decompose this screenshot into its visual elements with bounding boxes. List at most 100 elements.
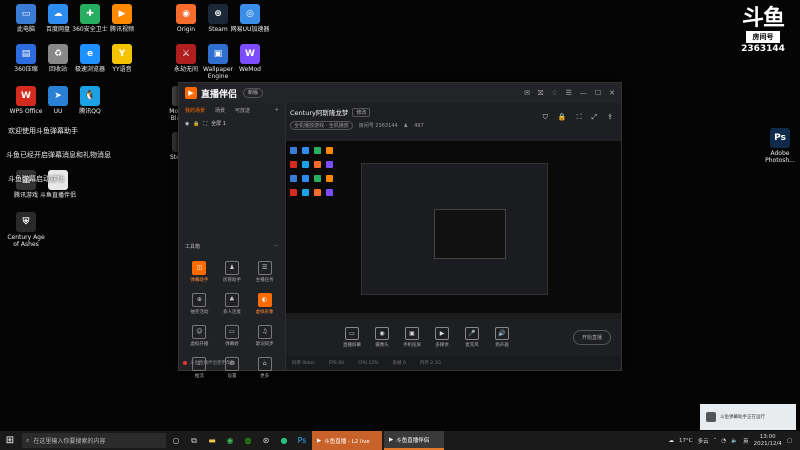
source-tool[interactable]: 🔊 扬声器 [488, 326, 516, 348]
desktop-icon[interactable]: 🐧 腾讯QQ [68, 86, 112, 115]
desktop-icon[interactable]: Ps Adobe Photosh... [758, 128, 800, 164]
start-live-button[interactable]: 开始直播 [572, 329, 611, 345]
eye-icon[interactable]: ◉ [185, 121, 189, 127]
taskbar-app-assistant[interactable]: ▶ 斗鱼直播伴侣 [384, 431, 444, 450]
maximize-icon[interactable]: ☐ [595, 89, 601, 97]
desktop-app-icon: ⚔ [176, 44, 196, 64]
weather-icon[interactable]: ☁ [669, 438, 675, 444]
tool-label: 房管助手 [222, 278, 241, 283]
tab-scenes[interactable]: 场景 [215, 107, 225, 114]
header-tool-icon[interactable]: ⤢ [592, 113, 598, 122]
system-notification[interactable]: 斗鱼弹幕助手正在运行 [700, 404, 796, 430]
desktop-app-icon: Ps [770, 128, 790, 148]
source-tool[interactable]: ▶ 多媒体 [428, 326, 456, 348]
windows-start-icon[interactable]: ⊞ [0, 435, 20, 446]
tray-expand-icon[interactable]: ˄ [714, 438, 717, 444]
preview-desktop-icon [302, 175, 309, 182]
steam-icon[interactable]: ⊛ [258, 436, 274, 445]
scene-item[interactable]: ◉ 🔒 ⛶ 全屏 1 [185, 120, 279, 128]
network-icon[interactable]: ◔ [721, 438, 726, 444]
tab-my-scenes[interactable]: 我的场景 [185, 107, 205, 114]
desktop-icon[interactable]: W WeMod [228, 44, 272, 73]
ime-indicator[interactable]: 英 [743, 437, 749, 445]
room-number: 2363144 [741, 44, 785, 54]
desktop-icon[interactable]: ◎ 网易UU加速器 [228, 4, 272, 33]
source-tool[interactable]: ▣ 手机投屏 [398, 326, 426, 348]
stream-preview[interactable] [286, 141, 621, 319]
clock[interactable]: 13:00 2021/12/4 [754, 434, 782, 448]
task-view-icon[interactable]: ⧉ [186, 436, 202, 446]
header-tool-icon[interactable]: ⇪ [607, 113, 613, 122]
tool-icon: ⊕ [192, 293, 207, 307]
wechat-icon[interactable]: ◍ [240, 436, 256, 445]
tool-label: 弹幕助手 [190, 278, 209, 283]
category-pill[interactable]: 全机播放游戏 · 全机播放 [290, 121, 353, 130]
help-link[interactable]: 斗鱼直播伴侣使用帮助 [183, 360, 235, 366]
toolbox-item[interactable]: ◫ 弹幕助手 [183, 261, 216, 283]
desktop-icon-label: 网易UU加速器 [230, 26, 270, 33]
source-tool-icon: 🔊 [495, 326, 509, 340]
desktop-app-icon: 🐧 [80, 86, 100, 106]
desktop-icon-label: Adobe Photosh... [765, 150, 795, 164]
tab-broadcastable[interactable]: 可放送 [235, 107, 250, 114]
tool-icon: ◫ [192, 261, 207, 275]
message-icon[interactable]: ✉ [524, 89, 530, 97]
taskbar-search[interactable]: ⌕ 在这里输入你要搜索的内容 [22, 433, 166, 448]
toolbox-item[interactable]: ⌂ 更多 [248, 357, 281, 379]
desktop-app-icon: ◎ [240, 4, 260, 24]
source-tool-icon: ◉ [375, 326, 389, 340]
tool-label: 虚拟形象 [255, 310, 274, 315]
preview-desktop-icon [290, 189, 297, 196]
photoshop-taskbar-icon[interactable]: Ps [294, 436, 310, 445]
preview-desktop-icon [302, 161, 309, 168]
toolbox-item[interactable]: ▭ 弹幕姬 [216, 325, 249, 347]
notification-center-icon[interactable]: ▢ [787, 438, 792, 444]
desktop-app-icon: e [80, 44, 100, 64]
browser-icon[interactable]: ◉ [222, 436, 238, 445]
source-tool-label: 手机投屏 [403, 342, 421, 348]
header-tool-icon[interactable]: ⛶ [577, 113, 582, 122]
toolbox-item[interactable]: ♟ 房管助手 [216, 261, 249, 283]
edit-title-button[interactable]: 修改 [352, 107, 371, 117]
source-tool[interactable]: ◉ 摄像头 [368, 326, 396, 348]
overlay-success-text: 斗鱼弹幕启动成功 [8, 175, 64, 183]
desktop-app-icon: ☁ [48, 4, 68, 24]
tool-icon: ♟ [224, 261, 239, 275]
taskbar-app-douyu-live[interactable]: ▶ 斗鱼直播 - L2 live [312, 431, 382, 450]
desktop-icon[interactable]: ▶ 腾讯视频 [100, 4, 144, 33]
tool-icon: ⌂ [257, 357, 272, 371]
title-bar[interactable]: ▶ 直播伴侣 新版 ✉ ⛝ ♢ ☰ — ☐ ✕ [179, 83, 621, 103]
toolbox-item[interactable]: ♣ 多人连麦 [216, 293, 249, 315]
toolbox-item[interactable]: ♫ 歌词同步 [248, 325, 281, 347]
close-icon[interactable]: ✕ [609, 89, 615, 97]
header-tool-icon[interactable]: ⛉ [543, 113, 548, 122]
cortana-icon[interactable]: ○ [168, 436, 184, 445]
lock-icon[interactable]: 🔒 [193, 121, 199, 127]
toolbox-item[interactable]: ⊕ 抽奖活动 [183, 293, 216, 315]
temperature[interactable]: 17°C [679, 438, 693, 444]
app-name: 直播伴侣 [201, 89, 238, 100]
toolbox-item[interactable]: ◐ 虚拟形象 [248, 293, 281, 315]
toolbox-item[interactable]: ☺ 虚拟开播 [183, 325, 216, 347]
desktop-app-icon: ♻ [48, 44, 68, 64]
source-tool[interactable]: ▭ 直播屏幕 [338, 326, 366, 348]
header-tools: ⛉ 🔒 ⛶ ⤢ ⇪ [543, 113, 613, 122]
add-scene-icon[interactable]: + [275, 107, 279, 114]
menu-icon[interactable]: ☰ [566, 89, 572, 97]
source-tool[interactable]: 🎤 麦克风 [458, 326, 486, 348]
toolbox-more-icon[interactable]: ⋯ [274, 243, 279, 250]
minimize-icon[interactable]: — [580, 89, 587, 97]
header-tool-icon[interactable]: 🔒 [558, 113, 567, 122]
source-tool-icon: ▭ [345, 326, 359, 340]
file-explorer-icon[interactable]: ▬ [204, 436, 220, 445]
skin-icon[interactable]: ♢ [551, 89, 557, 97]
media-player-icon[interactable]: ● [276, 436, 292, 445]
volume-icon[interactable]: 🔈 [731, 438, 738, 444]
toolbox-item[interactable]: ☰ 主播任务 [248, 261, 281, 283]
version-badge[interactable]: 新版 [243, 88, 264, 98]
room-badge: 斗鱼 房间号 2363144 [738, 8, 788, 55]
desktop-icon[interactable]: Y YY语音 [100, 44, 144, 73]
gift-icon[interactable]: ⛝ [538, 89, 543, 98]
desktop-icon[interactable]: ⛨ Century Age of Ashes [4, 212, 48, 248]
taskbar: ⊞ ⌕ 在这里输入你要搜索的内容 ○ ⧉ ▬ ◉ ◍ ⊛ ● Ps ▶ 斗鱼直播… [0, 431, 800, 450]
